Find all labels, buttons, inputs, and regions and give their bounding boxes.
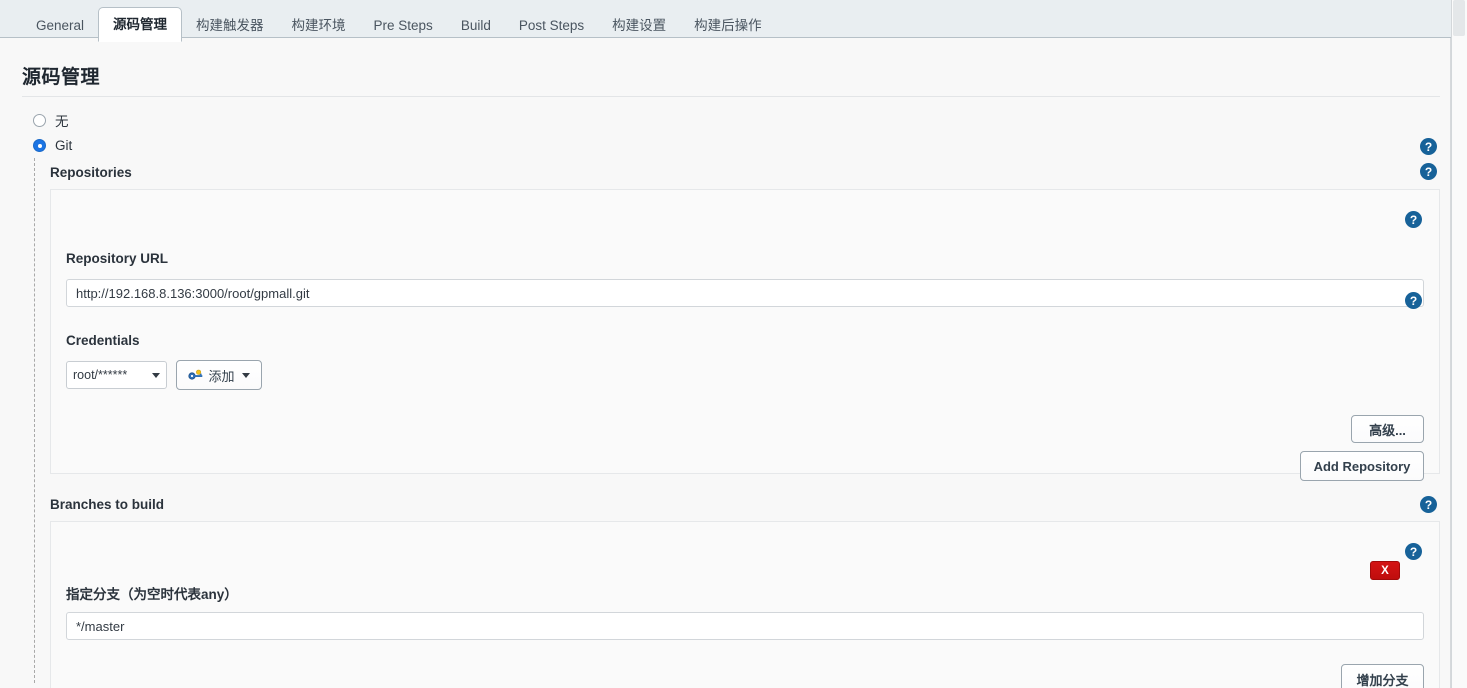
help-icon-credentials[interactable]: ? — [1405, 292, 1422, 309]
jenkins-job-config-page: General 源码管理 构建触发器 构建环境 Pre Steps Build … — [0, 0, 1467, 688]
branches-panel — [50, 521, 1440, 688]
branch-specifier-label: 指定分支（为空时代表any） — [66, 583, 238, 603]
radio-git[interactable] — [33, 139, 46, 152]
config-tab-bar: General 源码管理 构建触发器 构建环境 Pre Steps Build … — [0, 0, 1451, 38]
credentials-label: Credentials — [66, 333, 140, 348]
page-title: 源码管理 — [22, 62, 100, 89]
repository-url-label: Repository URL — [66, 251, 168, 266]
chevron-down-icon — [152, 373, 160, 378]
add-branch-button[interactable]: 增加分支 — [1341, 664, 1424, 688]
help-icon-branch-specifier[interactable]: ? — [1405, 543, 1422, 560]
help-icon-repository-url[interactable]: ? — [1405, 211, 1422, 228]
scm-option-git[interactable]: Git — [33, 138, 72, 153]
heading-divider — [22, 96, 1440, 97]
key-icon — [188, 369, 204, 382]
add-repository-button[interactable]: Add Repository — [1300, 451, 1424, 481]
scm-option-none[interactable]: 无 — [33, 110, 69, 130]
repository-url-input[interactable] — [66, 279, 1424, 307]
advanced-button[interactable]: 高级... — [1351, 415, 1424, 443]
credentials-selected-value: root/****** — [73, 368, 149, 382]
add-credentials-chevron-down-icon — [242, 373, 250, 378]
scm-option-none-label: 无 — [55, 110, 69, 130]
repositories-panel — [50, 189, 1440, 474]
config-content-area: 源码管理 无 Git Repositories Repository URL C… — [0, 38, 1451, 688]
add-credentials-label: 添加 — [208, 366, 234, 385]
tab-list: General 源码管理 构建触发器 构建环境 Pre Steps Build … — [22, 0, 776, 38]
scm-option-git-label: Git — [55, 138, 72, 153]
credentials-select[interactable]: root/****** — [66, 361, 167, 389]
help-icon-repositories[interactable]: ? — [1420, 163, 1437, 180]
tab-source-code-management[interactable]: 源码管理 — [98, 7, 182, 42]
radio-none[interactable] — [33, 114, 46, 127]
git-section-guide-line — [34, 158, 35, 683]
page-scrollbar-thumb[interactable] — [1453, 0, 1465, 36]
help-icon-git-scm[interactable]: ? — [1420, 138, 1437, 155]
add-credentials-button[interactable]: 添加 — [176, 360, 262, 390]
branch-specifier-input[interactable] — [66, 612, 1424, 640]
help-icon-branches-to-build[interactable]: ? — [1420, 496, 1437, 513]
page-scrollbar-track[interactable] — [1451, 0, 1467, 688]
delete-branch-button[interactable]: X — [1370, 561, 1400, 580]
repositories-section-label: Repositories — [50, 165, 132, 180]
branches-section-label: Branches to build — [50, 497, 164, 512]
